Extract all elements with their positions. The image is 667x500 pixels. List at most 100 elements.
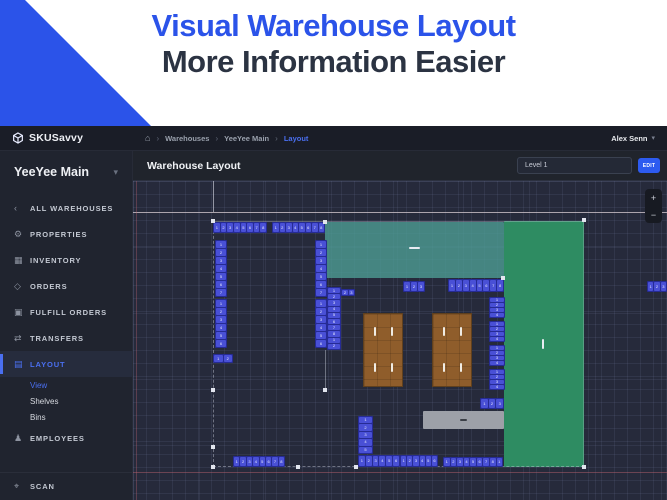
selection-handle[interactable] bbox=[501, 276, 505, 280]
shelf-cell[interactable]: 6 bbox=[306, 223, 312, 232]
shelf-cell[interactable]: 3 bbox=[328, 300, 340, 305]
shelf-cell[interactable]: 8 bbox=[497, 280, 503, 291]
selection-handle[interactable] bbox=[211, 465, 215, 469]
shelf-cell[interactable]: 1 bbox=[490, 298, 504, 302]
shelf-cell[interactable]: 1 bbox=[359, 456, 365, 466]
sidebar-item-inventory[interactable]: ▦INVENTORY bbox=[0, 247, 132, 273]
shelf-cell[interactable]: 1 bbox=[490, 346, 504, 350]
shelf-cell[interactable]: 4 bbox=[293, 223, 299, 232]
shelf-cell[interactable]: 7 bbox=[272, 457, 277, 466]
shelf-horizontal[interactable]: 123 bbox=[647, 281, 667, 292]
shelf-vertical[interactable]: 1234 bbox=[489, 345, 505, 366]
shelf-cell[interactable]: 3 bbox=[661, 282, 666, 291]
shelf-cell[interactable]: 3 bbox=[227, 223, 233, 232]
zoom-out-button[interactable]: − bbox=[645, 206, 662, 223]
shelf-cell[interactable]: 2 bbox=[342, 290, 347, 295]
shelf-cell[interactable]: 6 bbox=[216, 281, 226, 288]
shelf-cell[interactable]: 7 bbox=[490, 280, 496, 291]
shelf-vertical[interactable]: 1234 bbox=[489, 369, 505, 390]
shelf-cell[interactable]: 2 bbox=[451, 458, 457, 466]
selection-handle[interactable] bbox=[296, 465, 300, 469]
shelf-cell[interactable]: 1 bbox=[234, 457, 239, 466]
shelf-cell[interactable]: 7 bbox=[216, 289, 226, 296]
shelf-cell[interactable]: 8 bbox=[260, 223, 266, 232]
shelf-cell[interactable]: 8 bbox=[319, 223, 325, 232]
shelf-horizontal[interactable]: 12345678 bbox=[213, 222, 267, 233]
shelf-cell[interactable]: 1 bbox=[490, 322, 504, 326]
shelf-cell[interactable]: 2 bbox=[359, 424, 372, 430]
sidebar-item-fulfill-orders[interactable]: ▣FULFILL ORDERS bbox=[0, 299, 132, 325]
shelf-cell[interactable]: 7 bbox=[316, 289, 326, 296]
shelf-cell[interactable]: 1 bbox=[444, 458, 450, 466]
shelf-cell[interactable]: 4 bbox=[253, 457, 258, 466]
shelf-cell[interactable]: 4 bbox=[216, 265, 226, 272]
shelf-cell[interactable]: 3 bbox=[457, 458, 463, 466]
shelf-cell[interactable]: 5 bbox=[216, 273, 226, 280]
shelf-cell[interactable]: 5 bbox=[260, 457, 265, 466]
shelf-cell[interactable]: 3 bbox=[490, 308, 504, 312]
shelf-cell[interactable]: 4 bbox=[470, 280, 476, 291]
shelf-cell[interactable]: 5 bbox=[386, 456, 392, 466]
shelf-horizontal[interactable]: 12345678 bbox=[233, 456, 285, 467]
shelf-cell[interactable]: 1 bbox=[404, 282, 410, 291]
shelf-vertical[interactable]: 123456 bbox=[215, 299, 227, 348]
shelf-cell[interactable]: 1 bbox=[648, 282, 653, 291]
shelf-cell[interactable]: 6 bbox=[247, 223, 253, 232]
shelf-cell[interactable]: 2 bbox=[407, 456, 412, 466]
shelf-cell[interactable]: 8 bbox=[279, 457, 284, 466]
shelf-horizontal[interactable]: 12 bbox=[213, 354, 233, 363]
shelf-cell[interactable]: 5 bbox=[426, 456, 431, 466]
shelf-cell[interactable]: 1 bbox=[497, 458, 503, 466]
sidebar-item-scan[interactable]: ⌖ SCAN bbox=[0, 472, 132, 500]
shelf-cell[interactable]: 3 bbox=[463, 280, 469, 291]
warehouse-selector[interactable]: YeeYee Main ▾ bbox=[0, 151, 132, 195]
shelf-cell[interactable]: 5 bbox=[241, 223, 247, 232]
shelf-cell[interactable]: 1 bbox=[449, 280, 455, 291]
shelf-vertical[interactable]: 12345 bbox=[358, 416, 373, 454]
sidebar-subitem-bins[interactable]: Bins bbox=[0, 409, 132, 425]
sidebar-item-layout[interactable]: ▤LAYOUT bbox=[0, 351, 132, 377]
shelf-cell[interactable]: 2 bbox=[240, 457, 245, 466]
level-select[interactable]: Level 1 bbox=[517, 157, 632, 174]
shelf-cell[interactable]: 1 bbox=[401, 456, 406, 466]
shelf-cell[interactable]: 2 bbox=[316, 308, 326, 315]
shelf-cell[interactable]: 3 bbox=[359, 432, 372, 438]
shelf-cell[interactable]: 5 bbox=[328, 313, 340, 318]
shelf-cell[interactable]: 8 bbox=[490, 458, 496, 466]
shelf-horizontal[interactable]: 123 bbox=[480, 398, 504, 409]
shelf-cell[interactable]: 3 bbox=[418, 282, 424, 291]
shelf-cell[interactable]: 4 bbox=[490, 313, 504, 317]
shelf-cell[interactable]: 2 bbox=[224, 355, 233, 362]
shelf-cell[interactable]: 1 bbox=[316, 241, 326, 248]
shelf-cell[interactable]: 6 bbox=[483, 280, 489, 291]
shelf-cell[interactable]: 4 bbox=[216, 324, 226, 331]
shelf-cell[interactable]: 3 bbox=[490, 356, 504, 360]
shelf-cell[interactable]: 5 bbox=[299, 223, 305, 232]
shelf-cell[interactable]: 1 bbox=[216, 300, 226, 307]
shelf-cell[interactable]: 6 bbox=[316, 281, 326, 288]
shelf-cell[interactable]: 3 bbox=[316, 316, 326, 323]
sidebar-subitem-view[interactable]: View bbox=[0, 377, 132, 393]
shelf-cell[interactable]: 2 bbox=[490, 375, 504, 379]
shelf-cell[interactable]: 3 bbox=[490, 332, 504, 336]
shelf-cell[interactable]: 3 bbox=[413, 456, 418, 466]
shelf-cell[interactable]: 1 bbox=[328, 288, 340, 293]
dock-area[interactable] bbox=[423, 411, 504, 429]
shelf-cell[interactable]: 5 bbox=[316, 273, 326, 280]
selection-handle[interactable] bbox=[582, 218, 586, 222]
shelf-cell[interactable]: 4 bbox=[328, 307, 340, 312]
shelf-vertical[interactable]: 1234 bbox=[489, 321, 505, 342]
shelf-cell[interactable]: 1 bbox=[359, 417, 372, 423]
shelf-horizontal[interactable]: 123456781 bbox=[443, 457, 503, 467]
sidebar-item-properties[interactable]: ⚙PROPERTIES bbox=[0, 221, 132, 247]
sidebar-item-orders[interactable]: ◇ORDERS bbox=[0, 273, 132, 299]
shelf-cell[interactable]: 7 bbox=[328, 325, 340, 330]
sidebar-subitem-shelves[interactable]: Shelves bbox=[0, 393, 132, 409]
shelf-cell[interactable]: 1 bbox=[481, 399, 488, 408]
shelf-cell[interactable]: 7 bbox=[312, 223, 318, 232]
shelf-cell[interactable]: 1 bbox=[273, 223, 279, 232]
home-icon[interactable]: ⌂ bbox=[145, 133, 150, 143]
selection-handle[interactable] bbox=[211, 219, 215, 223]
zoom-in-button[interactable]: + bbox=[645, 189, 662, 206]
shelf-cell[interactable]: 7 bbox=[483, 458, 489, 466]
